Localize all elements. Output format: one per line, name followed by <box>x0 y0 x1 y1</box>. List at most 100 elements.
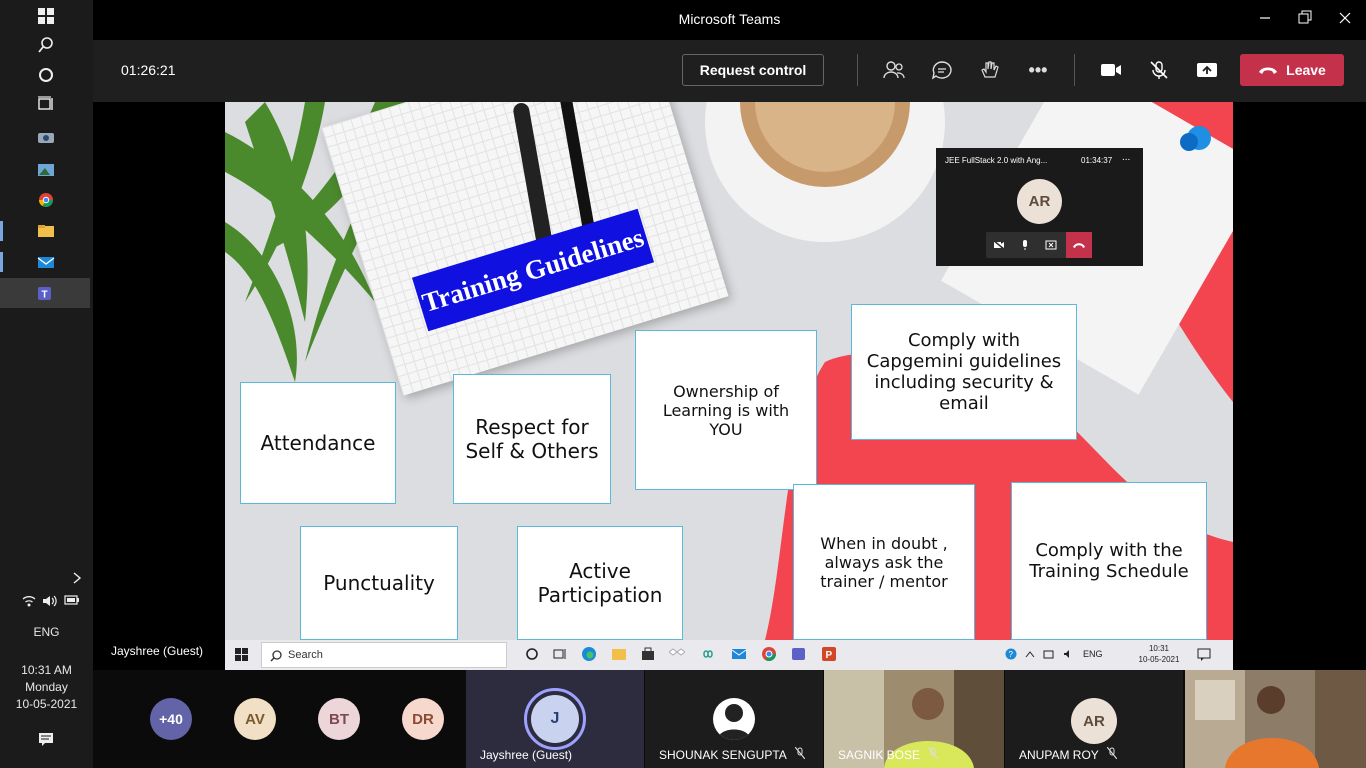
shared-clock-time: 10:31 <box>1148 644 1170 653</box>
shared-task-view-icon[interactable] <box>553 647 567 661</box>
meeting-stage: Training Guidelines Attendance Respect f… <box>93 102 1366 670</box>
mini-call-controls <box>986 232 1092 258</box>
shared-taskbar-apps: P <box>525 646 837 662</box>
shared-tray-chevron-icon[interactable] <box>1025 650 1035 658</box>
restore-icon[interactable] <box>1293 8 1317 32</box>
chat-icon[interactable] <box>928 56 956 84</box>
action-center-icon[interactable] <box>33 726 59 752</box>
mini-call-avatar: AR <box>1017 179 1062 224</box>
shared-infinity-icon[interactable] <box>699 649 717 659</box>
clock-time[interactable]: 10:31 AM <box>0 662 93 678</box>
battery-icon[interactable] <box>64 594 80 611</box>
shared-search-box[interactable]: Search <box>261 642 507 668</box>
chrome-icon[interactable] <box>33 187 59 213</box>
guideline-card-punctuality: Punctuality <box>300 526 458 640</box>
mini-hang-up-icon[interactable] <box>1066 232 1092 258</box>
mini-mic-icon[interactable] <box>1012 232 1038 258</box>
svg-text:P: P <box>826 650 833 661</box>
participant-avatar-av[interactable]: AV <box>234 698 276 740</box>
wifi-icon[interactable] <box>22 594 36 611</box>
meeting-timer: 01:26:21 <box>121 62 176 78</box>
search-icon[interactable] <box>33 32 59 58</box>
shared-teams-icon[interactable] <box>791 646 807 662</box>
shared-help-icon[interactable]: ? <box>1005 648 1017 660</box>
minimize-icon[interactable] <box>1253 8 1277 32</box>
mini-camera-off-icon[interactable] <box>986 232 1012 258</box>
shared-clock[interactable]: 10:31 10-05-2021 <box>1135 643 1183 665</box>
shared-chrome-icon[interactable] <box>761 646 777 662</box>
shared-clock-date: 10-05-2021 <box>1138 655 1180 664</box>
mic-muted-icon <box>1106 746 1118 762</box>
participant-tile-shounak[interactable]: SHOUNAK SENGUPTA <box>645 670 823 768</box>
shared-cortana-icon[interactable] <box>525 647 539 661</box>
more-options-icon[interactable]: ••• <box>1024 56 1052 84</box>
chevron-right-icon[interactable] <box>64 565 90 591</box>
shared-language[interactable]: ENG <box>1083 649 1103 659</box>
svg-text:?: ? <box>1009 650 1014 659</box>
volume-icon[interactable] <box>42 594 58 611</box>
participant-avatar-anupam: AR <box>1071 698 1117 744</box>
windows-start-icon[interactable] <box>33 3 59 29</box>
participant-tile-anupam[interactable]: AR ANUPAM ROY <box>1005 670 1183 768</box>
mic-muted-icon <box>927 746 939 762</box>
participant-name-row: SAGNIK BOSE <box>838 746 939 762</box>
microphone-muted-icon[interactable] <box>1145 56 1173 84</box>
guideline-card-when-in-doubt: When in doubt , always ask the trainer /… <box>793 484 975 640</box>
participants-icon[interactable] <box>880 56 908 84</box>
participant-name: SAGNIK BOSE <box>838 748 921 762</box>
participant-name: Jayshree (Guest) <box>480 748 573 762</box>
tray-icons <box>22 594 80 611</box>
language-indicator[interactable]: ENG <box>0 624 93 640</box>
participant-tile-sagnik[interactable]: SAGNIK BOSE <box>824 670 1004 768</box>
mini-share-icon[interactable] <box>1038 232 1064 258</box>
teams-taskbar-icon[interactable]: T <box>0 278 90 308</box>
guideline-card-attendance: Attendance <box>240 382 396 504</box>
file-explorer-icon[interactable] <box>33 218 59 244</box>
camera-icon[interactable] <box>1097 56 1125 84</box>
participant-tile-jayshree[interactable]: J Jayshree (Guest) <box>466 670 644 768</box>
photos-app-icon[interactable] <box>33 157 59 183</box>
cortana-icon[interactable] <box>33 62 59 88</box>
presenter-name: Jayshree (Guest) <box>111 644 204 658</box>
shared-mail-icon[interactable] <box>731 647 747 661</box>
shared-start-icon[interactable] <box>235 648 248 666</box>
shared-screen-taskbar: Search P ? ENG 10:31 10-05-2021 <box>225 640 1233 670</box>
windows-taskbar: T ENG 10:31 AM Monday 10-05-2021 <box>0 0 93 768</box>
meeting-control-bar: 01:26:21 Request control ••• Leave <box>93 40 1366 102</box>
participant-avatar-bt[interactable]: BT <box>318 698 360 740</box>
shared-file-explorer-icon[interactable] <box>611 647 627 661</box>
shared-search-placeholder: Search <box>288 649 323 661</box>
participant-name-row: ANUPAM ROY <box>1019 746 1118 762</box>
participant-avatar-jayshree: J <box>531 695 579 743</box>
close-icon[interactable] <box>1333 8 1357 32</box>
mini-call-more[interactable]: ... <box>1122 152 1130 163</box>
camera-app-icon[interactable] <box>33 124 59 150</box>
shared-dropbox-icon[interactable] <box>669 647 685 661</box>
clock-date: 10-05-2021 <box>15 697 78 711</box>
task-view-icon[interactable] <box>33 91 59 117</box>
title-bar: Microsoft Teams <box>93 0 1366 40</box>
participant-video-feed <box>1185 670 1366 768</box>
shared-store-icon[interactable] <box>641 647 655 661</box>
shared-search-icon <box>270 650 282 662</box>
guideline-card-training-schedule: Comply with the Training Schedule <box>1011 482 1207 640</box>
participant-tile-video[interactable] <box>1185 670 1366 768</box>
mini-call-window[interactable]: JEE FullStack 2.0 with Ang... 01:34:37 .… <box>936 148 1143 266</box>
guideline-card-ownership: Ownership of Learning is with YOU <box>635 330 817 490</box>
mail-app-icon[interactable] <box>33 249 59 275</box>
mic-muted-icon <box>794 746 806 762</box>
shared-notifications-icon[interactable] <box>1197 648 1211 662</box>
share-screen-icon[interactable] <box>1193 56 1221 84</box>
shared-network-icon[interactable] <box>1043 649 1055 659</box>
more-participants-button[interactable]: +40 <box>150 698 192 740</box>
guideline-card-active-participation: Active Participation <box>517 526 683 640</box>
request-control-button[interactable]: Request control <box>682 54 824 86</box>
mini-call-timer: 01:34:37 <box>1081 156 1113 165</box>
shared-edge-icon[interactable] <box>581 646 597 662</box>
shared-powerpoint-icon[interactable]: P <box>821 646 837 662</box>
shared-volume-icon[interactable] <box>1063 649 1075 659</box>
participant-name: SHOUNAK SENGUPTA <box>659 748 787 762</box>
leave-button[interactable]: Leave <box>1240 54 1344 86</box>
participant-avatar-dr[interactable]: DR <box>402 698 444 740</box>
raise-hand-icon[interactable] <box>976 56 1004 84</box>
